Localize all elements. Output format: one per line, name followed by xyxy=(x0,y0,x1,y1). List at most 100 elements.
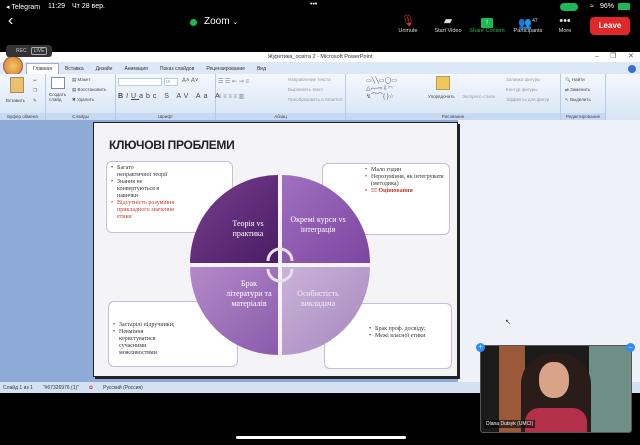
participants-count: 47 xyxy=(532,18,538,24)
shape-outline-button[interactable]: Контур фигуры xyxy=(506,87,537,92)
wifi-icon: ≈ xyxy=(590,3,594,10)
group-label-editing: Редактирование xyxy=(561,113,605,120)
group-drawing: ▭╲╲▭◯▭ △⌐⌐⇨⇩◠ ↯⌒⌒{ }☆ Упорядочить Экспресс… xyxy=(346,74,561,120)
home-indicator[interactable] xyxy=(236,436,406,439)
ribbon: Вставить ✂ ❐ ✎ Буфер обмена Создать слай… xyxy=(0,65,640,120)
battery-percent: 96% xyxy=(600,3,615,10)
layout-label: Макет xyxy=(77,77,91,82)
close-button[interactable]: ✕ xyxy=(628,52,634,62)
group-font: 18 A˄ A˅ BIUabc S AV Aa A Шрифт xyxy=(116,74,220,120)
cut-icon[interactable]: ✂ xyxy=(33,78,37,84)
minimize-button[interactable]: – xyxy=(595,52,599,62)
shield-icon xyxy=(190,19,197,26)
list-buttons[interactable]: ☰ ☰ ⇤ ⇥ ≡ xyxy=(218,78,249,85)
window-title: Журетика_освіта 2 - Microsoft PowerPoint xyxy=(267,54,373,60)
group-label-paragraph: Абзац xyxy=(216,113,345,120)
list-item: !!! Оцінювання xyxy=(365,188,445,195)
share-content-button[interactable]: ↑ Share Content xyxy=(465,14,509,34)
office-button[interactable] xyxy=(3,56,23,76)
share-icon: ↑ xyxy=(465,14,509,28)
new-slide-button[interactable]: Создать слайд xyxy=(49,92,71,102)
slide-counter: Слайд 1 из 1 xyxy=(3,384,33,391)
shape-fill-button[interactable]: Заливка фигуры xyxy=(506,77,540,82)
paste-button[interactable]: Вставить xyxy=(6,98,25,103)
replace-label: Заменить xyxy=(570,87,591,92)
ribbon-tabs: Главная Вставка Дизайн Анимация Показ сл… xyxy=(0,62,640,74)
tab-slideshow[interactable]: Показ слайдов xyxy=(154,64,200,74)
reset-button[interactable]: ▤ Восстановить xyxy=(72,87,106,93)
participants-label: Participants xyxy=(513,28,543,34)
video-tile[interactable]: Diana Dutsyk (UMCI) xyxy=(480,345,632,433)
quick-styles-button[interactable]: Экспресс-стили xyxy=(462,94,495,99)
window-title-bar: Журетика_освіта 2 - Microsoft PowerPoint… xyxy=(0,52,640,62)
quadrant-label: Брак літератури та матеріалів xyxy=(226,279,272,308)
group-label-clipboard: Буфер обмена xyxy=(0,113,45,120)
spellcheck-icon[interactable]: ✿ xyxy=(89,385,93,391)
help-icon[interactable] xyxy=(628,65,636,73)
smartart-button[interactable]: Преобразовать в SmartArt xyxy=(288,97,343,102)
tab-view[interactable]: Вид xyxy=(251,64,272,74)
font-format-buttons[interactable]: BIUabc S AV Aa A xyxy=(118,93,223,100)
shape-effects-button[interactable]: Эффекты для фигур xyxy=(506,97,549,102)
arrange-button[interactable]: Упорядочить xyxy=(428,94,455,99)
reset-label: Восстановить xyxy=(77,87,107,92)
status-back-app[interactable]: ◂ Telegram xyxy=(6,3,40,11)
meeting-title[interactable]: Zoom ⌄ xyxy=(204,16,238,27)
back-chevron-icon[interactable]: ‹ xyxy=(8,12,13,30)
shapes-gallery[interactable]: ▭╲╲▭◯▭ △⌐⌐⇨⇩◠ ↯⌒⌒{ }☆ xyxy=(366,77,397,101)
replace-button[interactable]: ⇄ Заменить xyxy=(565,87,590,93)
delete-slide-button[interactable]: ✖ Удалить xyxy=(72,97,94,103)
live-label: LIVE xyxy=(30,47,48,55)
tab-insert[interactable]: Вставка xyxy=(59,64,90,74)
powerpoint-window: Журетика_освіта 2 - Microsoft PowerPoint… xyxy=(0,52,640,393)
slide[interactable]: КЛЮЧОВІ ПРОБЛЕМИ Багато непрактичної тео… xyxy=(93,122,458,377)
slide-editor: КЛЮЧОВІ ПРОБЛЕМИ Багато непрактичної тео… xyxy=(0,120,640,382)
tab-design[interactable]: Дизайн xyxy=(90,64,119,74)
layout-button[interactable]: ▤ Макет xyxy=(72,77,90,83)
share-content-label: Share Content xyxy=(469,28,505,34)
copy-icon[interactable]: ❐ xyxy=(33,88,37,94)
select-label: Выделить xyxy=(570,97,591,102)
unmute-button[interactable]: 🎙 Unmute xyxy=(386,14,430,34)
quadrant-bottom-right[interactable] xyxy=(282,267,370,355)
video-add-icon[interactable]: + xyxy=(476,343,485,352)
quadrant-label: Окремі курси vs інтеграція xyxy=(290,215,346,234)
delete-label: Удалить xyxy=(77,97,95,102)
new-slide-icon xyxy=(51,77,65,89)
language[interactable]: Русский (Россия) xyxy=(103,385,143,391)
unmute-label: Unmute xyxy=(398,28,418,34)
chevron-down-icon: ⌄ xyxy=(232,19,239,26)
quadrant-label: Особистість викладача xyxy=(297,289,339,308)
tab-review[interactable]: Рецензирование xyxy=(200,64,251,74)
find-button[interactable]: 🔍 Найти xyxy=(565,77,585,83)
font-name-field[interactable] xyxy=(118,78,162,86)
more-icon: ••• xyxy=(559,15,571,27)
group-editing: 🔍 Найти ⇄ Заменить ↖ Выделить Редактиров… xyxy=(561,74,606,120)
leave-button[interactable]: Leave xyxy=(590,17,630,35)
select-button[interactable]: ↖ Выделить xyxy=(565,97,591,103)
restore-button[interactable]: ❐ xyxy=(610,52,616,62)
group-slides: Создать слайд ▤ Макет ▤ Восстановить ✖ У… xyxy=(46,74,116,120)
text-direction-button[interactable]: Направление текста xyxy=(288,77,331,82)
status-time: 11:29 xyxy=(48,3,65,10)
start-video-label: Start Video xyxy=(434,28,462,34)
list-item: Мало годин xyxy=(365,167,445,174)
video-minimize-icon[interactable]: – xyxy=(626,343,635,352)
arrange-icon xyxy=(436,76,450,90)
camera-indicator-icon xyxy=(560,3,578,11)
video-background-window xyxy=(589,346,631,432)
multitask-dots-icon[interactable]: ••• xyxy=(310,1,317,8)
tab-animation[interactable]: Анимация xyxy=(118,64,153,74)
participant-name: Diana Dutsyk (UMCI) xyxy=(484,420,536,428)
grow-font-icon[interactable]: A˄ A˅ xyxy=(182,78,198,84)
align-text-button[interactable]: Выровнять текст xyxy=(288,87,323,92)
mic-muted-icon: 🎙 xyxy=(401,15,415,27)
align-buttons[interactable]: ≡ ≡ ≡ ≡ ▥ xyxy=(218,93,244,100)
format-painter-icon[interactable]: ✎ xyxy=(33,98,37,104)
more-button[interactable]: ••• More xyxy=(543,14,587,34)
battery-icon xyxy=(618,3,630,10)
font-size-field[interactable]: 18 xyxy=(164,78,178,86)
tab-home[interactable]: Главная xyxy=(26,63,60,74)
video-off-icon: ▰ xyxy=(443,15,453,27)
start-video-button[interactable]: ▰ Start Video xyxy=(426,14,470,34)
